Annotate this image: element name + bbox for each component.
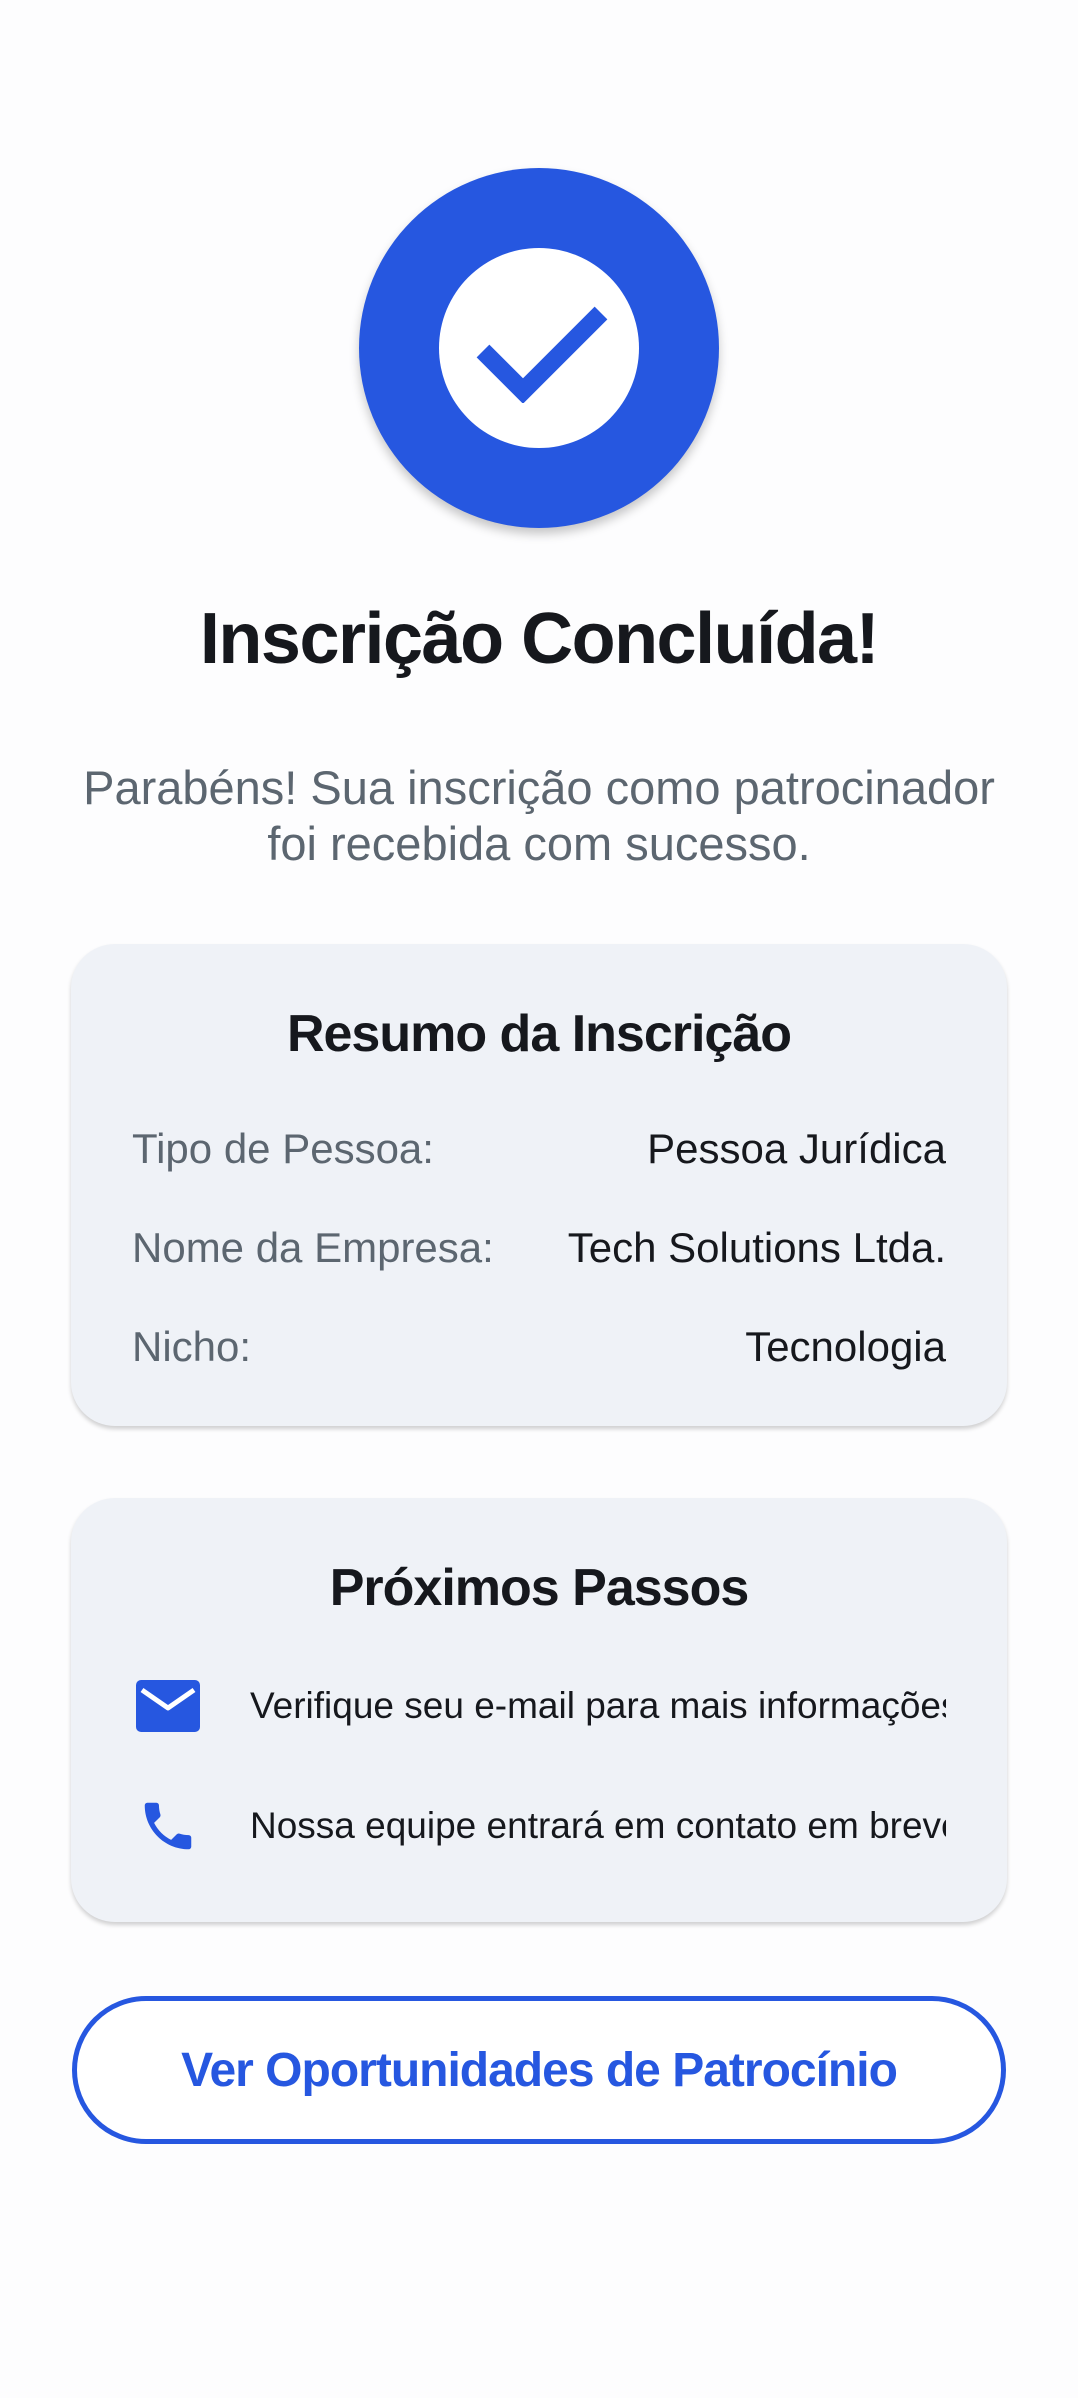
success-badge: [359, 168, 719, 528]
success-message: Parabéns! Sua inscrição como patrocinado…: [83, 761, 995, 870]
summary-row-label: Nome da Empresa:: [132, 1224, 494, 1271]
check-icon: [476, 306, 608, 403]
summary-row-person-type: Tipo de Pessoa: Pessoa Jurídica: [132, 1119, 946, 1179]
registration-success-screen: Inscrição Concluída! Parabéns! Sua inscr…: [0, 0, 1078, 2398]
page-title: Inscrição Concluída!: [199, 599, 880, 679]
next-step-email: Verifique seu e-mail para mais informaçõ…: [132, 1670, 946, 1742]
summary-card: Resumo da Inscrição Tipo de Pessoa: Pess…: [71, 944, 1007, 1426]
next-steps-title: Próximos Passos: [329, 1559, 750, 1617]
summary-row-label: Nicho:: [132, 1323, 252, 1370]
summary-row-value: Pessoa Jurídica: [647, 1125, 946, 1172]
view-sponsorship-opportunities-button[interactable]: Ver Oportunidades de Patrocínio: [72, 1996, 1006, 2144]
next-step-text: Nossa equipe entrará em contato em breve: [250, 1805, 946, 1846]
summary-row-value: Tech Solutions Ltda.: [567, 1224, 946, 1271]
email-icon: [132, 1670, 204, 1742]
summary-row-niche: Nicho: Tecnologia: [132, 1317, 946, 1377]
next-steps-card: Próximos Passos Verifique seu e-mail par…: [71, 1498, 1007, 1922]
next-step-phone: Nossa equipe entrará em contato em breve: [132, 1790, 946, 1862]
success-badge-inner: [439, 248, 639, 448]
phone-icon: [132, 1790, 204, 1862]
next-step-text: Verifique seu e-mail para mais informaçõ…: [250, 1685, 946, 1726]
summary-title: Resumo da Inscrição: [286, 1005, 792, 1063]
summary-row-value: Tecnologia: [745, 1323, 946, 1370]
summary-row-company-name: Nome da Empresa: Tech Solutions Ltda.: [132, 1218, 946, 1278]
summary-row-label: Tipo de Pessoa:: [132, 1125, 434, 1172]
